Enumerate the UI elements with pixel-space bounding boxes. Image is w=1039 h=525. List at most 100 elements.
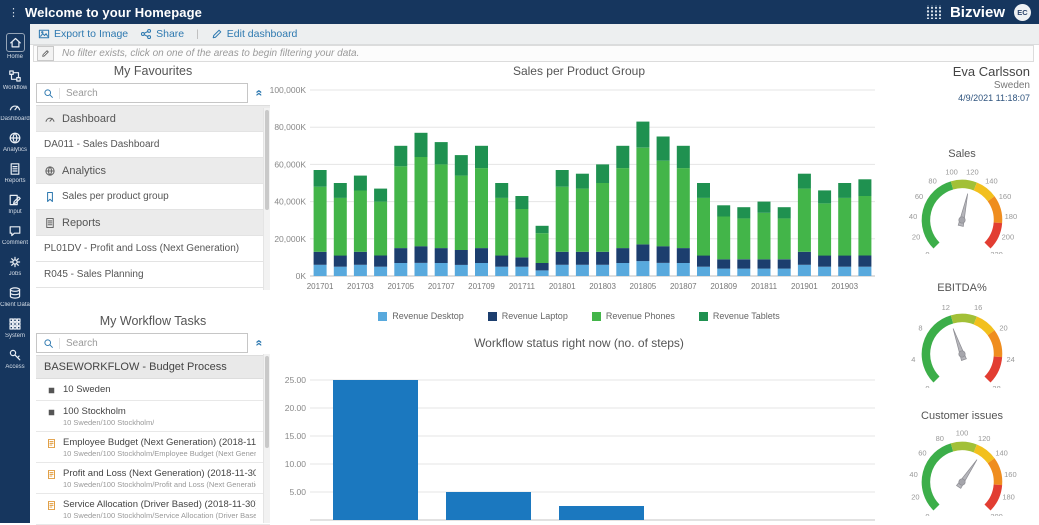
favourites-item[interactable]: R045 - Sales Planning	[36, 262, 270, 288]
svg-text:220: 220	[990, 250, 1003, 254]
toolbar-separator: |	[196, 28, 199, 40]
sidebar-item-input[interactable]: Input	[0, 188, 30, 219]
legend-item[interactable]: Revenue Phones	[591, 311, 675, 321]
search-icon[interactable]	[37, 87, 60, 99]
svg-text:16: 16	[974, 303, 982, 312]
svg-text:80: 80	[928, 176, 936, 185]
gauge-svg[interactable]: 0 20 40 60 80 100 120 140160 180 200 220	[893, 162, 1031, 260]
sidebar-item-analytics[interactable]: Analytics	[0, 126, 30, 157]
svg-text:4: 4	[911, 355, 915, 364]
svg-text:80: 80	[936, 434, 944, 443]
legend-item[interactable]: Revenue Desktop	[378, 311, 464, 321]
stacked-bar-chart-area[interactable]: 0K 20,000K 40,000K 60,000K 80,000K 100,000K 20…	[270, 80, 888, 303]
sidebar-item-comment[interactable]: Comment	[0, 219, 30, 250]
workflow-task[interactable]: Profit and Loss (Next Generation) (2018-…	[36, 463, 270, 494]
sidebar-item-label: Client Data	[0, 302, 30, 308]
app-menu-icon[interactable]: ⋮	[8, 6, 19, 19]
scrollbar-thumb[interactable]	[265, 110, 269, 210]
workflow-status-chart[interactable]: Workflow status right now (no. of steps)…	[270, 336, 888, 523]
gauge-svg[interactable]: 0 20 40 60 80 100 120 140 160 180 200	[893, 424, 1031, 522]
collapse-favourites-icon[interactable]: «	[248, 84, 270, 102]
sidebar-item-system[interactable]: System	[0, 312, 30, 343]
workflow-chart-svg[interactable]: 5.00 10.00 15.00 20.00 25.00	[270, 352, 888, 523]
favourites-title: My Favourites	[113, 64, 193, 78]
favourites-item[interactable]: Sales per product group	[36, 184, 270, 210]
user-avatar[interactable]: EC	[1014, 3, 1031, 21]
svg-text:20.00: 20.00	[285, 403, 307, 413]
favourites-group-header[interactable]: Reports	[36, 210, 270, 236]
user-region: Sweden	[993, 80, 1030, 91]
filter-bar: No filter exists, click on one of the ar…	[33, 45, 1034, 62]
sidebar-item-workflow[interactable]: Workflow	[0, 64, 30, 95]
export-to-image-button[interactable]: Export to Image	[38, 28, 128, 40]
workflow-task[interactable]: 100 Stockholm 10 Sweden/100 Stockholm/	[36, 401, 270, 432]
sidebar-item-home[interactable]: Home	[0, 28, 30, 64]
favourites-item[interactable]: DA011 - Sales Dashboard	[36, 132, 270, 158]
sales-gauge[interactable]: Sales 0 20 40 60 80 100 120 140160 180 200 220	[888, 148, 1036, 259]
sidebar-item-label: Reports	[4, 178, 26, 184]
svg-text:0: 0	[925, 250, 929, 254]
scrollbar-thumb[interactable]	[265, 356, 269, 448]
svg-text:8: 8	[918, 323, 922, 332]
ebitda-gauge[interactable]: EBITDA% 0 4 8 12 16 20 24 28	[888, 282, 1036, 393]
tasks-scrollbar[interactable]	[263, 354, 270, 523]
analytics-icon	[45, 165, 55, 176]
favourites-group-header[interactable]: Analytics	[36, 158, 270, 184]
chart-legend: Revenue Desktop Revenue Laptop Revenue Pho…	[270, 311, 888, 321]
search-icon[interactable]	[37, 337, 60, 349]
svg-text:160: 160	[999, 192, 1012, 201]
legend-label: Revenue Phones	[605, 311, 675, 321]
favourites-search-row: «	[36, 83, 270, 103]
svg-text:12: 12	[942, 303, 950, 312]
edit-dashboard-button[interactable]: Edit dashboard	[211, 28, 297, 40]
workflow-task[interactable]: Service Allocation (Driver Based) (2018-…	[36, 494, 270, 525]
share-button[interactable]: Share	[140, 28, 184, 40]
svg-text:40: 40	[909, 470, 917, 479]
svg-text:120: 120	[966, 168, 979, 177]
gauge-svg[interactable]: 0 4 8 12 16 20 24 28	[893, 296, 1031, 393]
sidebar-item-access[interactable]: Access	[0, 343, 30, 374]
customer-issues-gauge[interactable]: Customer issues 0 20 40 60 80 100 120 140 160 180…	[888, 410, 1036, 521]
sidebar-item-jobs[interactable]: Jobs	[0, 250, 30, 281]
favourites-group-header[interactable]: Dashboard	[36, 106, 270, 132]
node-icon	[48, 409, 55, 416]
search-icon	[43, 338, 53, 348]
collapse-tasks-icon[interactable]: «	[248, 334, 270, 352]
sales-chart-svg[interactable]: 0K 20,000K 40,000K 60,000K 80,000K 100,000K 20…	[270, 80, 888, 298]
svg-text:200: 200	[1002, 233, 1015, 242]
sidebar-item-dashboard[interactable]: Dashboard	[0, 95, 30, 126]
sidebar-item-label: Jobs	[8, 271, 22, 277]
favourites-scrollbar[interactable]	[263, 108, 270, 290]
brand-logo[interactable]: Bizview	[950, 4, 1005, 21]
sales-per-product-group-chart[interactable]: Sales per Product Group 0K 20,000K 40,000K…	[270, 64, 888, 321]
workflow-task[interactable]: Employee Budget (Next Generation) (2018-…	[36, 432, 270, 463]
legend-item[interactable]: Revenue Tablets	[698, 311, 780, 321]
workflow-group-header[interactable]: BASEWORKFLOW - Budget Process	[36, 355, 270, 379]
legend-item[interactable]: Revenue Laptop	[487, 311, 568, 321]
app-launcher-icon[interactable]	[924, 5, 941, 19]
system-icon	[9, 318, 21, 330]
svg-text:100: 100	[956, 429, 969, 438]
svg-text:5.00: 5.00	[289, 487, 306, 497]
svg-text:201801: 201801	[549, 282, 576, 291]
user-datetime: 4/9/2021 11:18:07	[958, 93, 1030, 103]
favourites-search-input[interactable]	[60, 87, 247, 99]
workflow-tasks-panel: My Workflow Tasks « BASEWORKFLOW - Budge…	[36, 314, 270, 525]
sidebar-item-client-data[interactable]: Client Data	[0, 281, 30, 312]
favourites-item[interactable]: PL01DV - Profit and Loss (Next Generatio…	[36, 236, 270, 262]
bar-chart-area[interactable]: 5.00 10.00 15.00 20.00 25.00	[270, 352, 888, 523]
filter-edit-button[interactable]	[37, 46, 54, 61]
bookmark-icon	[47, 191, 53, 202]
sidebar-item-reports[interactable]: Reports	[0, 157, 30, 188]
legend-label: Revenue Laptop	[501, 311, 568, 321]
jobs-icon	[9, 256, 21, 268]
share-icon	[140, 28, 152, 40]
svg-text:200: 200	[990, 512, 1003, 516]
legend-swatch	[378, 311, 388, 321]
tasks-search-input[interactable]	[60, 337, 247, 349]
workflow-tasks-title: My Workflow Tasks	[99, 314, 207, 328]
workflow-task[interactable]: 10 Sweden	[36, 379, 270, 401]
right-column: Eva Carlsson Sweden 4/9/2021 11:18:07 Sa…	[888, 64, 1036, 521]
comment-icon	[9, 226, 21, 237]
svg-text:201805: 201805	[630, 282, 657, 291]
